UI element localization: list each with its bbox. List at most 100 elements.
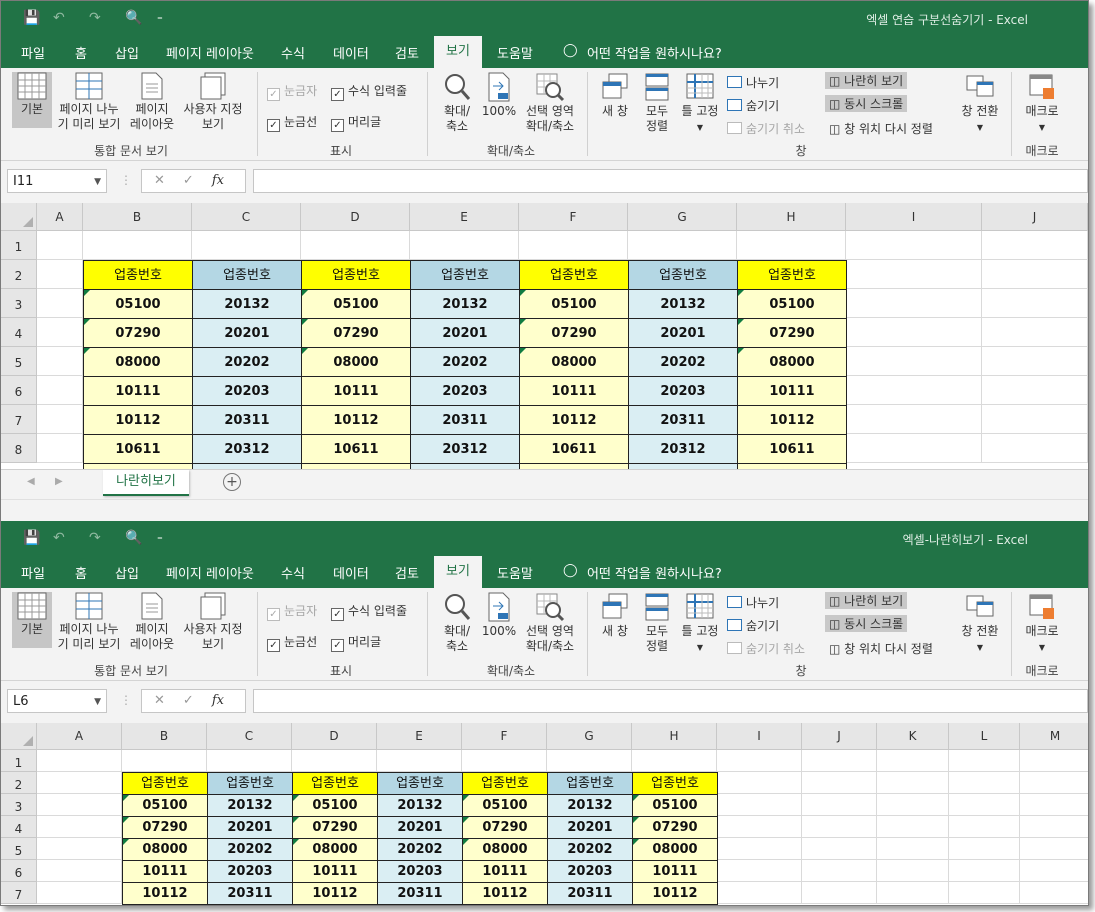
insert-function-icon[interactable]: fx (212, 173, 224, 188)
table-cell[interactable]: 10112 (292, 882, 378, 905)
arrange-all-button[interactable]: 모두 정렬 (639, 592, 675, 654)
tab-help[interactable]: 도움말 (497, 43, 533, 62)
cancel-icon[interactable]: ✕ (154, 173, 165, 188)
table-cell[interactable]: 20132 (410, 289, 520, 319)
table-cell[interactable]: 10112 (462, 882, 548, 905)
table-cell[interactable]: 20312 (192, 434, 302, 464)
page-break-preview-button[interactable]: 페이지 나누 기 미리 보기 (56, 72, 122, 132)
headings-checkbox[interactable]: ✓ 머리글 (331, 113, 381, 132)
undo-icon[interactable]: ↶ (53, 10, 65, 26)
enter-icon[interactable]: ✓ (183, 693, 194, 708)
zoom-100-button[interactable]: 100% (481, 592, 517, 639)
table-cell[interactable]: 07290 (519, 318, 629, 348)
row-header-2[interactable]: 2 (1, 772, 37, 794)
redo-icon[interactable]: ↷ (89, 530, 101, 546)
scroll-left-icon[interactable]: ◀ (27, 476, 35, 487)
view-side-by-side-button[interactable]: ◫ 나란히 보기 (825, 72, 908, 89)
table-cell[interactable]: 05100 (301, 289, 411, 319)
table-cell[interactable]: 05100 (519, 289, 629, 319)
table-cell[interactable]: 10111 (292, 860, 378, 883)
table-cell[interactable]: 10611 (301, 434, 411, 464)
view-side-by-side-button[interactable]: ◫ 나란히 보기 (825, 592, 908, 609)
table-cell[interactable]: 10111 (519, 376, 629, 406)
page-layout-view-button[interactable]: 페이지 레이아웃 (128, 72, 176, 132)
select-all-corner[interactable] (1, 723, 37, 750)
zoom-selection-button[interactable]: 선택 영역 확대/축소 (521, 592, 579, 654)
cancel-icon[interactable]: ✕ (154, 693, 165, 708)
table-cell[interactable]: 20132 (628, 289, 738, 319)
save-icon[interactable]: 💾 (23, 530, 40, 546)
column-header-h[interactable]: H (632, 723, 717, 750)
table-cell[interactable]: 08000 (122, 838, 208, 861)
print-preview-icon[interactable]: 🔍 (125, 10, 142, 26)
table-cell[interactable]: 20201 (547, 816, 633, 839)
tab-data[interactable]: 데이터 (333, 563, 369, 582)
print-preview-icon[interactable]: 🔍 (125, 530, 142, 546)
table-cell[interactable]: 08000 (292, 838, 378, 861)
table-cell[interactable]: 10111 (301, 376, 411, 406)
tab-help[interactable]: 도움말 (497, 563, 533, 582)
reset-window-position-button[interactable]: ◫ 창 위치 다시 정렬 (829, 640, 933, 657)
table-cell[interactable]: 07290 (301, 318, 411, 348)
tab-file[interactable]: 파일 (21, 43, 45, 62)
scroll-right-icon[interactable]: ▶ (55, 476, 63, 487)
table-cell[interactable]: 20311 (207, 882, 293, 905)
tab-home[interactable]: 홈 (75, 563, 87, 582)
table-header-cell[interactable]: 업종번호 (292, 772, 378, 795)
table-header-cell[interactable]: 업종번호 (628, 260, 738, 290)
name-box-dropdown-icon[interactable]: ▼ (94, 170, 101, 194)
table-cell[interactable]: 20311 (547, 882, 633, 905)
column-header-f[interactable]: F (519, 203, 628, 231)
row-header-6[interactable]: 6 (1, 860, 37, 882)
unhide-button[interactable]: 숨기기 취소 (727, 640, 805, 657)
table-cell[interactable]: 20132 (377, 794, 463, 817)
arrange-all-button[interactable]: 모두 정렬 (639, 72, 675, 134)
table-cell[interactable]: 20202 (628, 347, 738, 377)
column-header-i[interactable]: I (846, 203, 982, 231)
table-cell[interactable]: 20201 (628, 318, 738, 348)
tab-view[interactable]: 보기 (434, 556, 482, 588)
redo-icon[interactable]: ↷ (89, 10, 101, 26)
insert-function-icon[interactable]: fx (212, 693, 224, 708)
hide-button[interactable]: 숨기기 (727, 617, 779, 634)
table-header-cell[interactable]: 업종번호 (301, 260, 411, 290)
tab-insert[interactable]: 삽입 (115, 43, 139, 62)
table-cell[interactable]: 10611 (83, 434, 193, 464)
table-cell[interactable]: 05100 (632, 794, 718, 817)
table-cell[interactable]: 08000 (519, 347, 629, 377)
worksheet-grid[interactable]: A B C D E F G H I J K L M 1 2 3 4 5 6 7 업종번호 05100 07290 08000 1… (1, 723, 1088, 905)
ruler-checkbox[interactable]: ✓ 눈금자 (267, 82, 317, 101)
row-header-3[interactable]: 3 (1, 794, 37, 816)
row-header-5[interactable]: 5 (1, 838, 37, 860)
column-header-g[interactable]: G (628, 203, 737, 231)
table-header-cell[interactable]: 업종번호 (547, 772, 633, 795)
column-header-m[interactable]: M (1020, 723, 1088, 750)
column-header-f[interactable]: F (462, 723, 547, 750)
table-cell[interactable]: 05100 (122, 794, 208, 817)
unhide-button[interactable]: 숨기기 취소 (727, 120, 805, 137)
table-header-cell[interactable]: 업종번호 (737, 260, 847, 290)
row-header-8[interactable]: 8 (1, 434, 37, 463)
table-cell[interactable]: 20203 (547, 860, 633, 883)
column-header-j[interactable]: J (982, 203, 1088, 231)
row-header-4[interactable]: 4 (1, 816, 37, 838)
table-cell[interactable]: 05100 (292, 794, 378, 817)
table-cell[interactable]: 10112 (632, 882, 718, 905)
reset-window-position-button[interactable]: ◫ 창 위치 다시 정렬 (829, 120, 933, 137)
formula-input[interactable] (253, 169, 1088, 193)
table-cell[interactable]: 10112 (122, 882, 208, 905)
new-window-button[interactable]: 새 창 (597, 72, 633, 119)
table-cell[interactable]: 20202 (410, 347, 520, 377)
gridlines-checkbox[interactable]: ✓ 눈금선 (267, 633, 317, 652)
row-header-1[interactable]: 1 (1, 231, 37, 260)
table-cell[interactable]: 08000 (632, 838, 718, 861)
split-button[interactable]: 나누기 (727, 74, 779, 91)
table-cell[interactable]: 07290 (737, 318, 847, 348)
customize-quick-access-icon[interactable]: ⁼ (157, 13, 163, 26)
table-cell[interactable]: 05100 (83, 289, 193, 319)
tab-page-layout[interactable]: 페이지 레이아웃 (166, 43, 254, 62)
table-cell[interactable]: 10112 (519, 405, 629, 435)
tab-formulas[interactable]: 수식 (281, 43, 305, 62)
table-cell[interactable]: 20132 (207, 794, 293, 817)
gridlines-checkbox[interactable]: ✓ 눈금선 (267, 113, 317, 132)
